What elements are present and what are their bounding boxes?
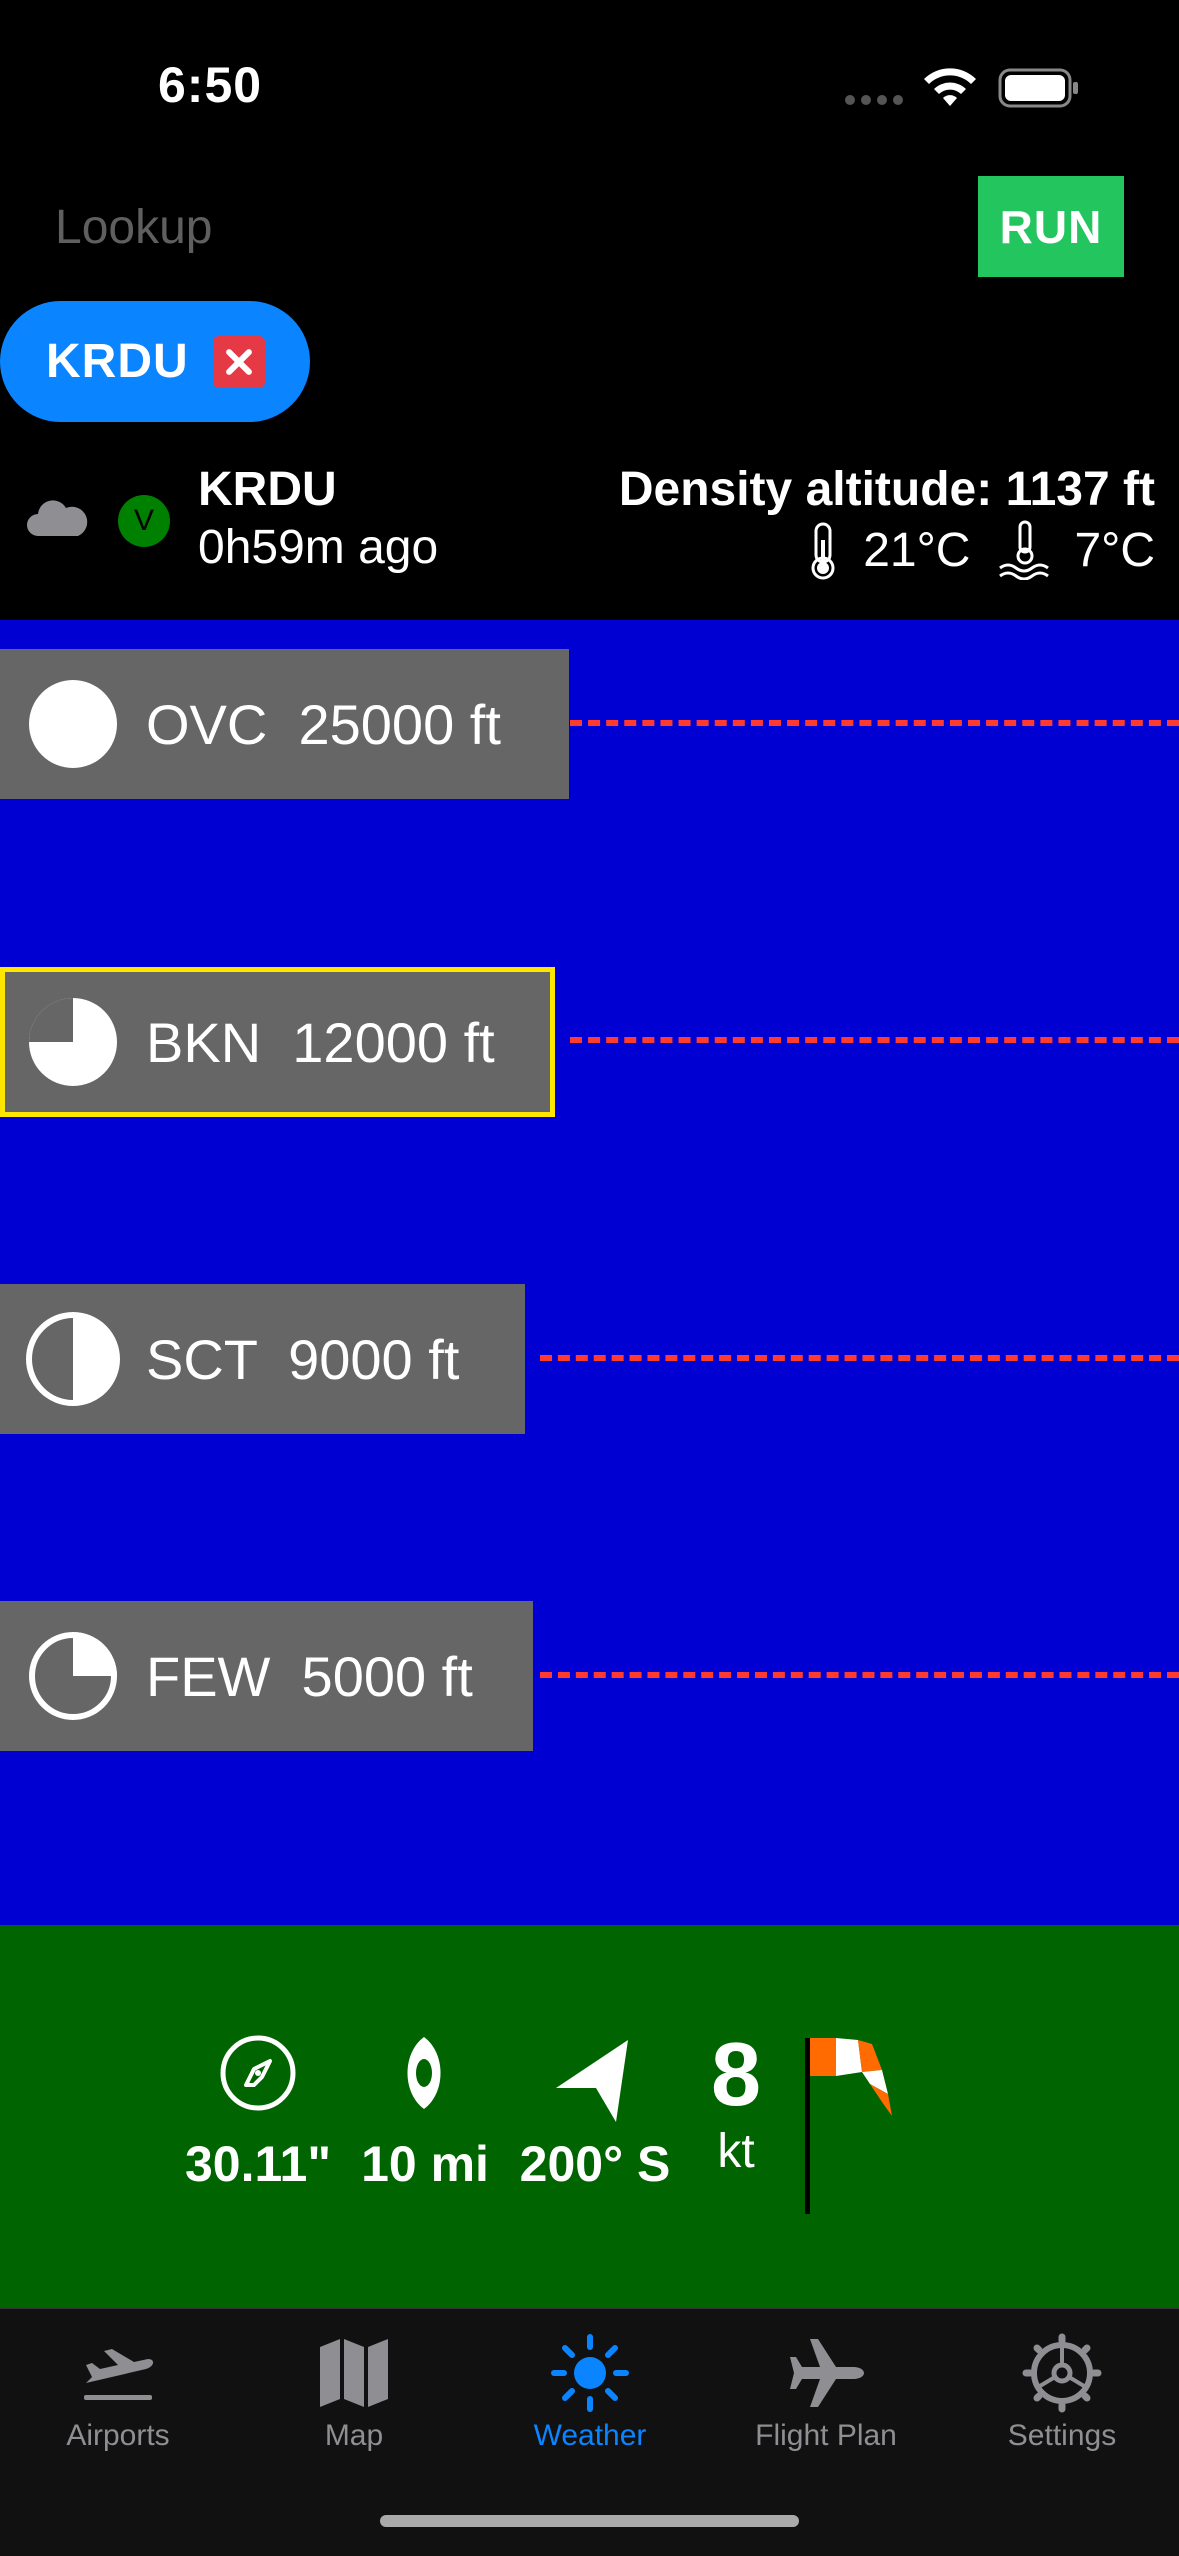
lookup-input[interactable]: Lookup — [55, 200, 212, 255]
wind-direction-icon — [556, 2040, 628, 2122]
density-altitude: Density altitude: 1137 ft — [618, 463, 1155, 516]
dewpoint-value: 7°C — [1074, 523, 1155, 577]
sun-icon — [551, 2334, 629, 2412]
wifi-icon — [924, 68, 976, 106]
status-bar: 6:50 — [0, 0, 1179, 175]
tab-weather[interactable]: Weather — [472, 2309, 708, 2453]
station-chip-label: KRDU — [46, 335, 189, 388]
gear-icon — [1022, 2333, 1102, 2413]
overcast-icon — [29, 680, 117, 768]
tab-label: Map — [324, 2419, 384, 2452]
temperature-row: 21°C 7°C — [783, 520, 1155, 580]
map-icon — [320, 2339, 388, 2407]
close-icon[interactable] — [212, 335, 265, 388]
airplane-icon — [790, 2339, 864, 2407]
tab-map[interactable]: Map — [236, 2309, 472, 2453]
temperature-value: 21°C — [863, 523, 971, 577]
tab-label: Settings — [1007, 2419, 1117, 2452]
station-id: KRDU — [198, 463, 337, 516]
cloud-layer-few[interactable]: FEW 5000 ft — [0, 1601, 533, 1751]
wind-speed: 8 kt — [700, 2030, 772, 2179]
station-chip[interactable]: KRDU — [0, 301, 310, 422]
scattered-icon — [26, 1312, 120, 1406]
broken-icon — [29, 998, 117, 1086]
cloud-layer-panel: OVC 25000 ft BKN 12000 ft SCT 9000 ft FE… — [0, 620, 1179, 1925]
tab-label: Flight Plan — [755, 2419, 897, 2452]
visibility-value: 10 mi — [361, 2136, 489, 2192]
cloud-layer-bkn[interactable]: BKN 12000 ft — [0, 967, 555, 1117]
home-indicator[interactable] — [380, 2515, 799, 2527]
visibility-icon — [407, 2037, 441, 2109]
flight-category-badge: V — [118, 495, 170, 547]
cloud-layer-ovc[interactable]: OVC 25000 ft — [0, 649, 569, 799]
layer-line-ovc — [570, 720, 1179, 726]
wind-direction-value: 200° S — [519, 2136, 671, 2192]
run-button[interactable]: RUN — [978, 176, 1124, 277]
cloud-layer-label: BKN 12000 ft — [146, 1010, 495, 1074]
layer-line-bkn — [570, 1037, 1179, 1043]
cloud-layer-label: SCT 9000 ft — [146, 1327, 460, 1391]
cloud-layer-label: FEW 5000 ft — [146, 1644, 473, 1708]
tab-settings[interactable]: Settings — [944, 2309, 1179, 2453]
thermometer-icon — [811, 522, 835, 580]
tab-label: Weather — [533, 2419, 647, 2452]
layer-line-few — [540, 1672, 1179, 1678]
tab-label: Airports — [66, 2419, 170, 2452]
windsock-icon — [805, 2038, 892, 2214]
dewpoint-icon — [999, 520, 1050, 580]
altimeter-value: 30.11" — [184, 2136, 332, 2192]
airplane-departure-icon — [84, 2349, 154, 2400]
wind-speed-unit: kt — [717, 2125, 755, 2178]
wind-speed-value: 8 — [710, 2025, 762, 2125]
signal-icon — [845, 92, 909, 110]
few-clouds-icon — [29, 1632, 117, 1720]
tab-airports[interactable]: Airports — [0, 2309, 236, 2453]
battery-icon — [998, 68, 1078, 108]
status-time: 6:50 — [158, 57, 263, 113]
altimeter-icon — [220, 2035, 296, 2111]
observation-age: 0h59m ago — [198, 521, 439, 574]
cloud-layer-label: OVC 25000 ft — [146, 692, 501, 756]
cloud-icon — [27, 500, 88, 536]
tab-flight-plan[interactable]: Flight Plan — [708, 2309, 944, 2453]
layer-line-sct — [540, 1355, 1179, 1361]
cloud-layer-sct[interactable]: SCT 9000 ft — [0, 1284, 525, 1434]
